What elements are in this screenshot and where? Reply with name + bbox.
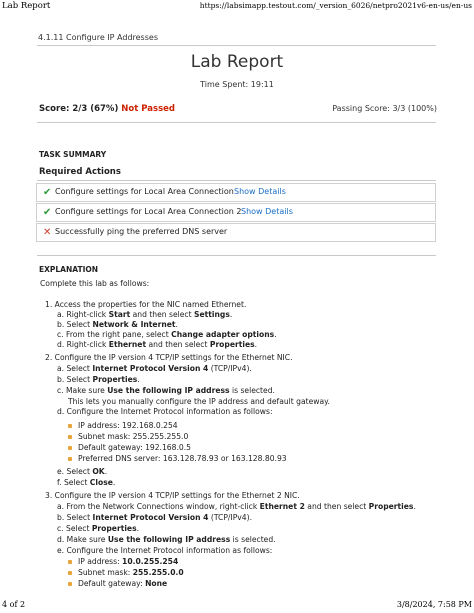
bullet-icon (68, 435, 72, 439)
bullet-icon (68, 457, 72, 461)
divider (37, 255, 436, 256)
mask-setting: Subnet mask: 255.255.0.0 (78, 568, 184, 577)
step-2: 2. Configure the IP version 4 TCP/IP set… (45, 353, 293, 362)
step-3d: d. Make sure Use the following IP addres… (57, 535, 276, 544)
step-2c: c. Make sure Use the following IP addres… (57, 386, 275, 395)
breadcrumb: 4.1.11 Configure IP Addresses (38, 33, 158, 42)
step-2b: b. Select Properties. (57, 375, 140, 384)
check-icon: ✔ (43, 187, 52, 198)
divider (37, 122, 436, 123)
step-3b: b. Select Internet Protocol Version 4 (T… (57, 513, 252, 522)
step-2f: f. Select Close. (57, 478, 116, 487)
ip-setting: IP address: 192.168.0.254 (78, 421, 178, 430)
browser-page-title: Lab Report (2, 1, 51, 11)
page-number: 4 of 2 (2, 600, 26, 609)
show-details-link[interactable]: Show Details (241, 207, 293, 216)
bullet-icon (68, 560, 72, 564)
intro-text: Complete this lab as follows: (40, 279, 150, 288)
status-badge: Not Passed (121, 104, 175, 114)
action-row: ✔ Configure settings for Local Area Conn… (36, 183, 436, 202)
step-1b: b. Select Network & Internet. (57, 320, 178, 329)
bullet-icon (68, 571, 72, 575)
gateway-setting: Default gateway: None (78, 579, 168, 588)
required-actions-heading: Required Actions (39, 167, 121, 177)
bullet-icon (68, 582, 72, 586)
step-2e: e. Select OK. (57, 467, 108, 476)
browser-url: https://labsimapp.testout.com/_version_6… (199, 1, 472, 10)
bullet-icon (68, 446, 72, 450)
action-row: ✔ Configure settings for Local Area Conn… (36, 203, 436, 222)
mask-setting: Subnet mask: 255.255.255.0 (78, 432, 189, 441)
passing-score: Passing Score: 3/3 (100%) (332, 104, 437, 113)
action-label: Configure settings for Local Area Connec… (55, 207, 242, 216)
step-1d: d. Right-click Ethernet and then select … (57, 340, 258, 349)
time-spent: Time Spent: 19:11 (200, 80, 274, 89)
action-label: Configure settings for Local Area Connec… (55, 187, 234, 196)
step-1c: c. From the right pane, select Change ad… (57, 330, 277, 339)
gateway-setting: Default gateway: 192.168.0.5 (78, 443, 191, 452)
task-summary-heading: TASK SUMMARY (39, 150, 107, 159)
step-2a: a. Select Internet Protocol Version 4 (T… (57, 364, 252, 373)
step-3e: e. Configure the Internet Protocol infor… (57, 546, 273, 555)
step-1: 1. Access the properties for the NIC nam… (45, 300, 247, 309)
action-row: ✕ Successfully ping the preferred DNS se… (36, 223, 436, 242)
step-2c-note: This lets you manually configure the IP … (68, 397, 330, 406)
ip-setting: IP address: 10.0.255.254 (78, 557, 179, 566)
print-datetime: 3/8/2024, 7:58 PM (396, 600, 472, 609)
step-2d: d. Configure the Internet Protocol infor… (57, 407, 273, 416)
explanation-heading: EXPLANATION (39, 265, 99, 274)
cross-icon: ✕ (43, 227, 52, 238)
step-3c: c. Select Properties. (57, 524, 140, 533)
check-icon: ✔ (43, 207, 52, 218)
page-title: Lab Report (190, 52, 284, 72)
show-details-link[interactable]: Show Details (234, 187, 286, 196)
bullet-icon (68, 424, 72, 428)
divider (37, 180, 436, 181)
step-3: 3. Configure the IP version 4 TCP/IP set… (45, 491, 300, 500)
step-3a: a. From the Network Connections window, … (57, 502, 416, 511)
step-1a: a. Right-click Start and then select Set… (57, 310, 233, 319)
dns-setting: Preferred DNS server: 163.128.78.93 or 1… (78, 454, 287, 463)
score: Score: 2/3 (67%) Not Passed (39, 104, 175, 114)
divider (37, 45, 436, 46)
score-label: Score: 2/3 (67%) (39, 104, 119, 114)
action-label: Successfully ping the preferred DNS serv… (55, 227, 228, 236)
